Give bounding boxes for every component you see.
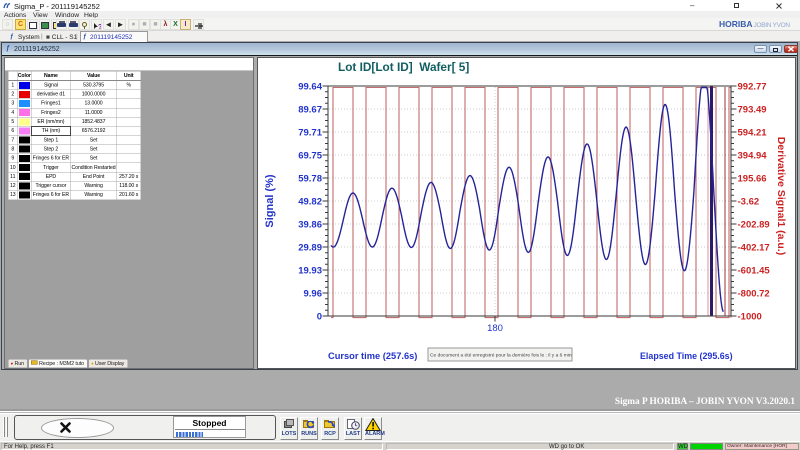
svg-text:Lot ID[Lot ID] Wafer[ 5]: Lot ID[Lot ID] Wafer[ 5]: [338, 60, 469, 74]
svg-text:Ce document a été enregistré p: Ce document a été enregistré pour la der…: [430, 353, 572, 359]
svg-text:-800.72: -800.72: [738, 289, 770, 300]
svg-text:-3.62: -3.62: [738, 197, 760, 208]
svg-text:394.94: 394.94: [738, 151, 768, 162]
svg-text:69.75: 69.75: [298, 151, 322, 162]
svg-text:29.89: 29.89: [298, 243, 322, 254]
svg-text:89.67: 89.67: [298, 105, 322, 116]
svg-text:-202.89: -202.89: [738, 220, 770, 231]
svg-text:594.21: 594.21: [738, 128, 768, 139]
svg-text:0: 0: [317, 312, 322, 323]
svg-text:-1000: -1000: [738, 312, 762, 323]
svg-text:79.71: 79.71: [298, 128, 322, 139]
svg-text:49.82: 49.82: [298, 197, 322, 208]
svg-text:Cursor time (257.6s): Cursor time (257.6s): [328, 351, 417, 361]
svg-text:195.66: 195.66: [738, 174, 767, 185]
svg-text:992.77: 992.77: [738, 82, 767, 93]
svg-text:-402.17: -402.17: [738, 243, 770, 254]
svg-text:19.93: 19.93: [298, 266, 322, 277]
svg-text:180: 180: [487, 323, 503, 334]
svg-text:39.86: 39.86: [298, 220, 322, 231]
svg-text:99.64: 99.64: [298, 82, 322, 93]
svg-text:793.49: 793.49: [738, 105, 767, 116]
svg-text:-601.45: -601.45: [738, 266, 771, 277]
svg-text:?: ?: [98, 24, 102, 31]
svg-text:Signal (%): Signal (%): [264, 174, 276, 228]
svg-text:Elapsed Time (295.6s): Elapsed Time (295.6s): [640, 351, 733, 361]
svg-text:59.78: 59.78: [298, 174, 322, 185]
svg-text:9.96: 9.96: [304, 289, 323, 300]
svg-text:Derivative Signal1 (a.u.): Derivative Signal1 (a.u.): [775, 137, 787, 255]
